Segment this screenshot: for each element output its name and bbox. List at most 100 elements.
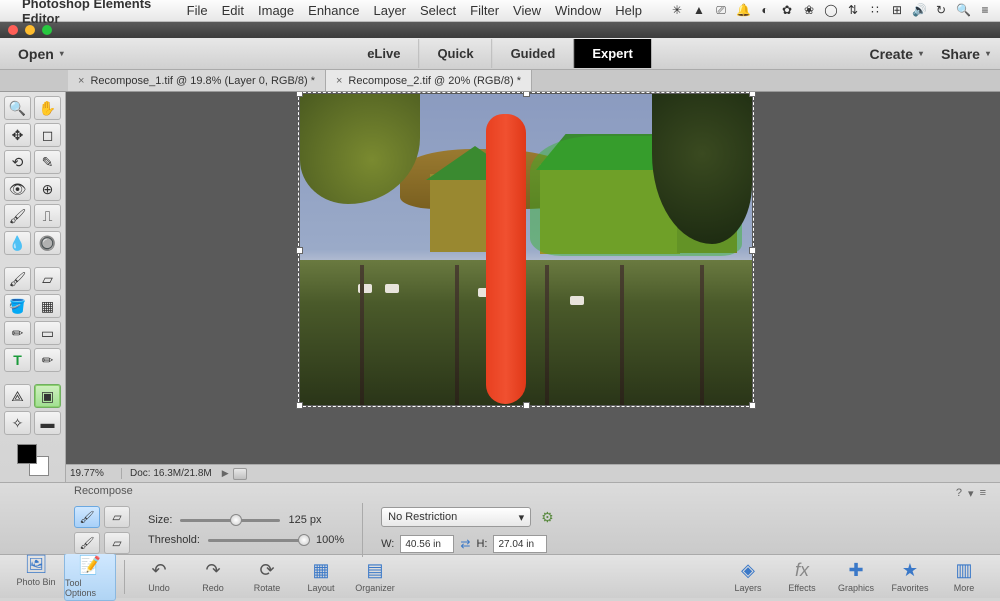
mode-expert[interactable]: Expert bbox=[573, 39, 650, 68]
shape-tool[interactable]: ▭ bbox=[34, 321, 61, 345]
eyedropper-tool[interactable]: ✏ bbox=[4, 321, 31, 345]
chevron-right-icon[interactable]: ▶ bbox=[222, 468, 229, 479]
spot-heal-tool[interactable]: ⊕ bbox=[34, 177, 61, 201]
type-tool[interactable]: T bbox=[4, 348, 31, 372]
mark-protect-brush[interactable]: 🖌 bbox=[74, 506, 100, 528]
spotlight-icon[interactable]: 🔍 bbox=[956, 3, 970, 18]
menu-select[interactable]: Select bbox=[420, 3, 456, 18]
status-icon[interactable]: ✳ bbox=[670, 3, 684, 18]
status-icon[interactable]: ⇅ bbox=[846, 3, 860, 18]
mark-remove-brush[interactable]: 🖌 bbox=[74, 532, 100, 554]
organizer-button[interactable]: ▤Organizer bbox=[349, 559, 401, 595]
app-name[interactable]: Photoshop Elements Editor bbox=[22, 0, 173, 26]
move-tool[interactable]: ✥ bbox=[4, 123, 31, 147]
status-icon[interactable]: ❀ bbox=[802, 3, 816, 18]
hand-tool[interactable]: ✋ bbox=[34, 96, 61, 120]
effects-button[interactable]: fxEffects bbox=[776, 559, 828, 595]
panel-menu-icon[interactable]: ≡ bbox=[980, 487, 986, 500]
size-slider[interactable] bbox=[180, 519, 280, 522]
transform-handle[interactable] bbox=[296, 92, 303, 97]
notification-icon[interactable]: ≡ bbox=[978, 3, 992, 18]
zoom-tool[interactable]: 🔍 bbox=[4, 96, 31, 120]
close-icon[interactable]: × bbox=[336, 75, 342, 87]
quick-select-tool[interactable]: ✎ bbox=[34, 150, 61, 174]
menu-image[interactable]: Image bbox=[258, 3, 294, 18]
lasso-tool[interactable]: ⟲ bbox=[4, 150, 31, 174]
mode-quick[interactable]: Quick bbox=[418, 39, 491, 68]
gradient-tool[interactable]: ▦ bbox=[34, 294, 61, 318]
zoom-field[interactable]: 19.77% bbox=[66, 468, 122, 479]
transform-handle[interactable] bbox=[296, 402, 303, 409]
status-icon[interactable]: 🔔 bbox=[736, 3, 750, 18]
menu-view[interactable]: View bbox=[513, 3, 541, 18]
window-zoom[interactable] bbox=[42, 25, 52, 35]
transform-handle[interactable] bbox=[749, 247, 756, 254]
tool-options-button[interactable]: 📝 Tool Options bbox=[64, 553, 116, 601]
recompose-tool[interactable]: ▣ bbox=[34, 384, 61, 408]
doc-tab[interactable]: × Recompose_2.tif @ 20% (RGB/8) * bbox=[326, 70, 532, 91]
threshold-slider[interactable] bbox=[208, 539, 308, 542]
graphics-button[interactable]: ✚Graphics bbox=[830, 559, 882, 595]
erase-remove-brush[interactable]: ▱ bbox=[104, 532, 130, 554]
share-button[interactable]: Share▾ bbox=[941, 46, 990, 62]
status-icon[interactable]: ⊞ bbox=[890, 3, 904, 18]
canvas-area[interactable]: 19.77% Doc: 16.3M/21.8M ▶ bbox=[66, 92, 1000, 482]
eraser-tool[interactable]: ▱ bbox=[34, 267, 61, 291]
transform-handle[interactable] bbox=[296, 247, 303, 254]
mode-elive[interactable]: eLive bbox=[349, 39, 418, 68]
menu-file[interactable]: File bbox=[187, 3, 208, 18]
photo-bin-button[interactable]: 🖼 Photo Bin bbox=[10, 553, 62, 601]
rotate-button[interactable]: ⟳Rotate bbox=[241, 559, 293, 595]
favorites-button[interactable]: ★Favorites bbox=[884, 559, 936, 595]
document-canvas[interactable] bbox=[300, 94, 752, 405]
menu-enhance[interactable]: Enhance bbox=[308, 3, 359, 18]
status-icon[interactable]: ∷ bbox=[868, 3, 882, 18]
status-icon[interactable]: ▲ bbox=[692, 3, 706, 18]
status-icon[interactable]: ⎚ bbox=[714, 3, 728, 18]
status-icon[interactable]: ◐ bbox=[758, 3, 772, 18]
menu-edit[interactable]: Edit bbox=[222, 3, 244, 18]
width-field[interactable]: 40.56 in bbox=[400, 535, 454, 553]
sponge-tool[interactable]: 🔘 bbox=[34, 231, 61, 255]
restriction-dropdown[interactable]: No Restriction ▾ bbox=[381, 507, 531, 527]
window-close[interactable] bbox=[8, 25, 18, 35]
content-aware-tool[interactable]: ✧ bbox=[4, 411, 31, 435]
close-icon[interactable]: × bbox=[78, 75, 84, 87]
swap-dimensions-icon[interactable]: ⇄ bbox=[460, 537, 470, 551]
help-icon[interactable]: ? bbox=[956, 487, 962, 500]
smart-brush-tool[interactable]: 🖌 bbox=[4, 204, 31, 228]
doc-info[interactable]: Doc: 16.3M/21.8M bbox=[122, 468, 220, 479]
paint-bucket-tool[interactable]: 🪣 bbox=[4, 294, 31, 318]
doc-tab[interactable]: × Recompose_1.tif @ 19.8% (Layer 0, RGB/… bbox=[68, 70, 326, 91]
menu-layer[interactable]: Layer bbox=[373, 3, 406, 18]
open-button[interactable]: Open ▾ bbox=[10, 42, 72, 66]
status-icon[interactable]: ✿ bbox=[780, 3, 794, 18]
redeye-tool[interactable]: 👁 bbox=[4, 177, 31, 201]
marquee-tool[interactable]: ◻ bbox=[34, 123, 61, 147]
more-button[interactable]: ▥More bbox=[938, 559, 990, 595]
status-icon[interactable]: ◯ bbox=[824, 3, 838, 18]
undo-button[interactable]: ↶Undo bbox=[133, 559, 185, 595]
layout-button[interactable]: ▦Layout bbox=[295, 559, 347, 595]
straighten-tool[interactable]: ▬ bbox=[34, 411, 61, 435]
minimize-icon[interactable]: ▾ bbox=[968, 487, 974, 500]
status-icon[interactable]: 🔊 bbox=[912, 3, 926, 18]
color-swatches[interactable] bbox=[17, 444, 49, 476]
menu-filter[interactable]: Filter bbox=[470, 3, 499, 18]
blur-tool[interactable]: 💧 bbox=[4, 231, 31, 255]
transform-bounds[interactable] bbox=[298, 92, 754, 407]
clone-tool[interactable]: ⎍ bbox=[34, 204, 61, 228]
menu-window[interactable]: Window bbox=[555, 3, 601, 18]
create-button[interactable]: Create▾ bbox=[869, 46, 923, 62]
transform-handle[interactable] bbox=[523, 402, 530, 409]
status-icon[interactable]: ↻ bbox=[934, 3, 948, 18]
transform-handle[interactable] bbox=[749, 402, 756, 409]
height-field[interactable]: 27.04 in bbox=[493, 535, 547, 553]
brush-tool[interactable]: 🖌 bbox=[4, 267, 31, 291]
mode-guided[interactable]: Guided bbox=[492, 39, 574, 68]
window-minimize[interactable] bbox=[25, 25, 35, 35]
erase-protect-brush[interactable]: ▱ bbox=[104, 506, 130, 528]
layers-button[interactable]: ◈Layers bbox=[722, 559, 774, 595]
pencil-tool[interactable]: ✏ bbox=[34, 348, 61, 372]
redo-button[interactable]: ↷Redo bbox=[187, 559, 239, 595]
